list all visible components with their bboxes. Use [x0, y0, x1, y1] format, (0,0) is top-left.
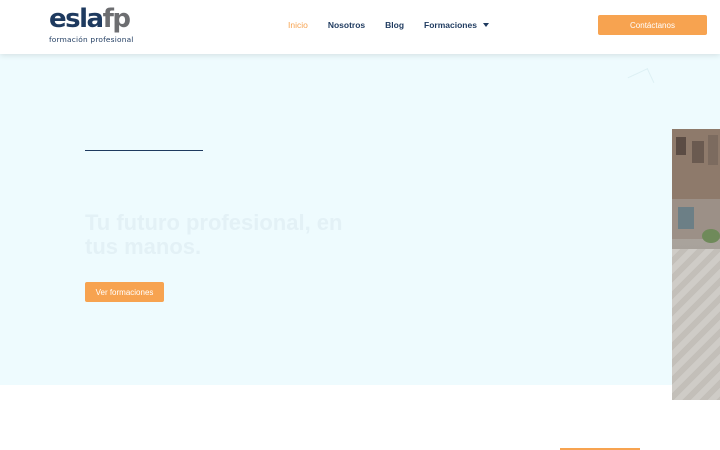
hero-title: Tu futuro profesional, en tus manos. — [85, 210, 343, 259]
nav-item-formaciones[interactable]: Formaciones — [424, 20, 489, 30]
site-header: eslafp formación profesional Inicio Noso… — [0, 0, 720, 54]
photo-street — [672, 249, 720, 400]
hero-divider — [85, 150, 203, 151]
hero-section: Tu futuro profesional, en tus manos. Ver… — [0, 54, 720, 385]
nav-item-nosotros[interactable]: Nosotros — [328, 20, 365, 30]
nav-item-formaciones-label: Formaciones — [424, 20, 477, 30]
main-nav: Inicio Nosotros Blog Formaciones — [288, 0, 509, 50]
photo-window — [692, 141, 704, 163]
logo-wordmark: eslafp — [49, 4, 131, 34]
nav-item-blog[interactable]: Blog — [385, 20, 404, 30]
photo-window — [676, 137, 686, 155]
logo-tagline: formación profesional — [49, 35, 134, 44]
nav-item-inicio[interactable]: Inicio — [288, 20, 308, 30]
chevron-down-icon — [482, 23, 489, 27]
contact-button[interactable]: Contáctanos — [598, 15, 707, 35]
photo-window — [708, 135, 718, 165]
decorative-shape — [627, 68, 655, 92]
hero-photo — [672, 129, 720, 400]
photo-shop-window — [678, 207, 694, 229]
logo-text-esla: esla — [49, 4, 104, 34]
view-courses-button[interactable]: Ver formaciones — [85, 282, 164, 302]
logo-text-fp: fp — [102, 4, 131, 34]
photo-plant — [702, 229, 720, 243]
logo[interactable]: eslafp formación profesional — [49, 4, 133, 46]
